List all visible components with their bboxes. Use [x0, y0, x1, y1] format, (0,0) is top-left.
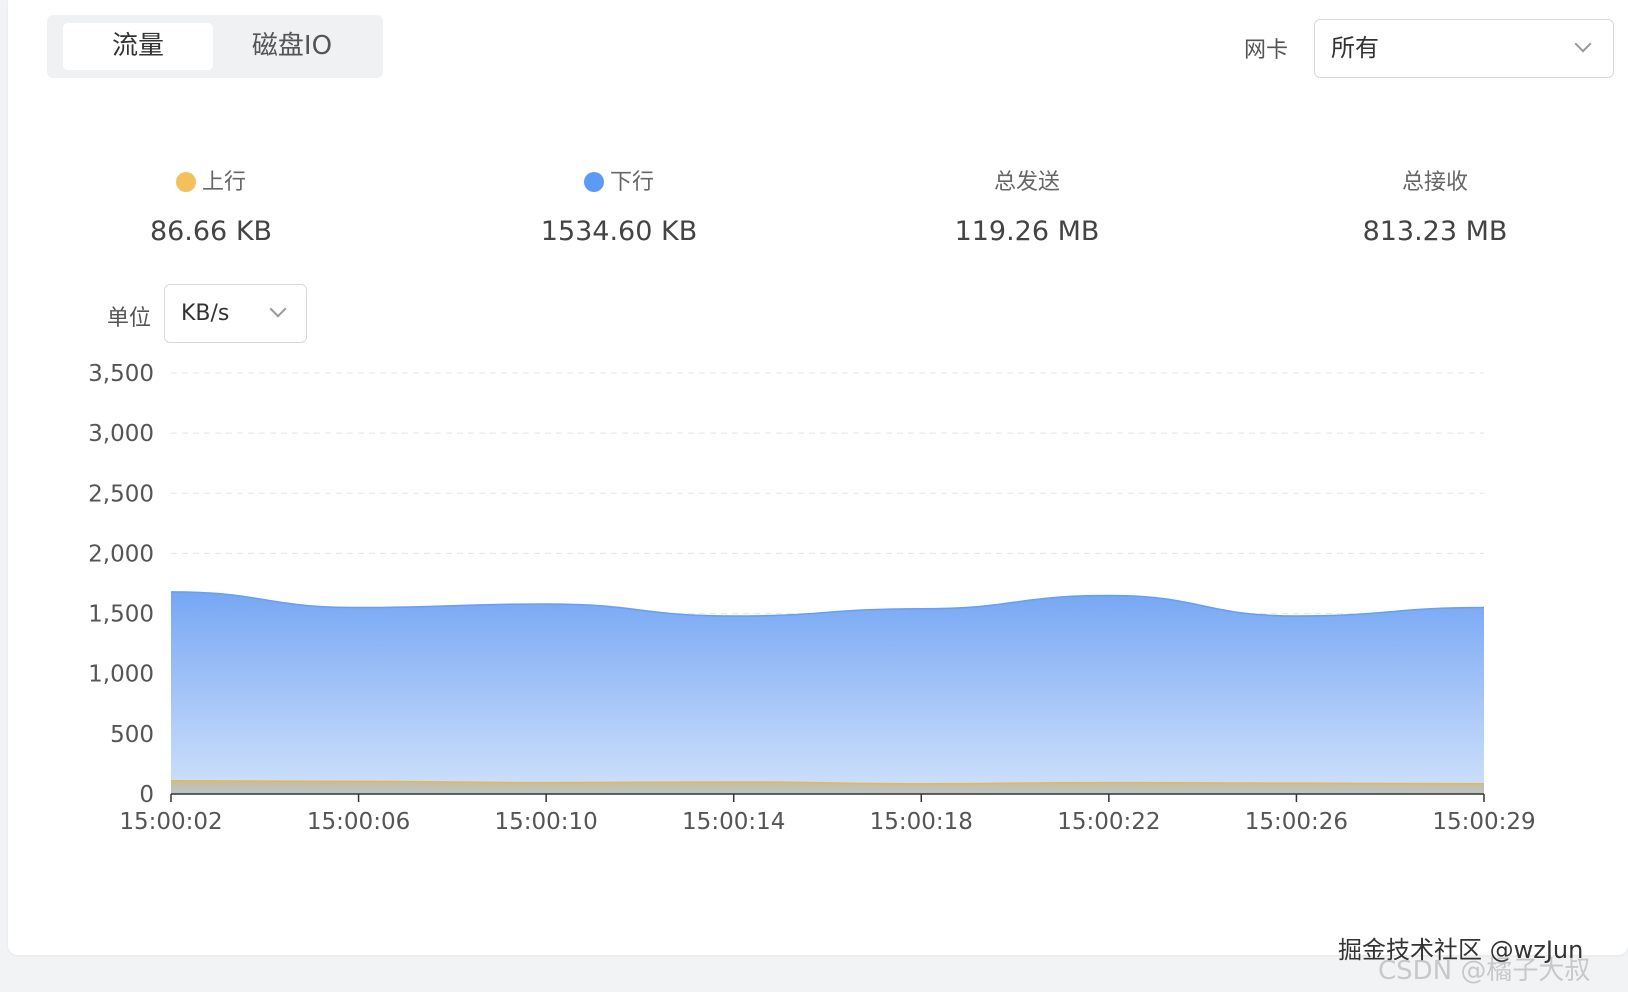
- x-tick-label: 15:00:26: [1245, 809, 1348, 835]
- y-tick-label: 2,000: [88, 541, 154, 567]
- x-tick-label: 15:00:14: [682, 809, 785, 835]
- x-tick-label: 15:00:06: [307, 809, 410, 835]
- x-tick-label: 15:00:29: [1432, 809, 1535, 835]
- x-tick-label: 15:00:10: [494, 809, 597, 835]
- y-tick-label: 3,500: [88, 361, 154, 387]
- traffic-area-chart: 0 500 1,000 1,500 2,000 2,500 3,000 3,500 15:00:…: [88, 361, 1536, 835]
- y-tick-label: 0: [139, 782, 154, 808]
- y-tick-label: 500: [110, 722, 154, 748]
- x-tick-label: 15:00:02: [119, 809, 222, 835]
- y-tick-label: 3,000: [88, 421, 154, 447]
- y-tick-label: 1,000: [88, 662, 154, 688]
- x-tick-label: 15:00:18: [870, 809, 973, 835]
- x-tick-label: 15:00:22: [1057, 809, 1160, 835]
- y-tick-label: 2,500: [88, 481, 154, 507]
- y-tick-label: 1,500: [88, 602, 154, 628]
- watermark-csdn: CSDN @橘子大叔: [1378, 956, 1591, 986]
- series-area-download: [171, 591, 1484, 794]
